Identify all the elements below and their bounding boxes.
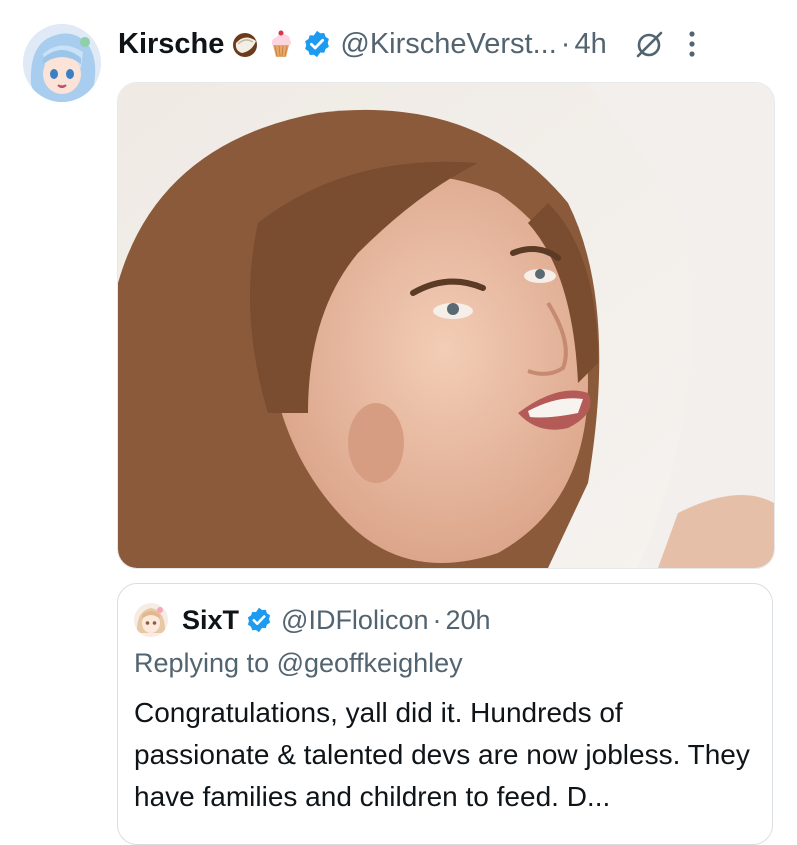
quoted-tweet-text: Congratulations, yall did it. Hundreds o…: [134, 697, 750, 812]
replying-to-label: Replying to @geoffkeighley: [134, 648, 463, 678]
verified-badge-icon: [247, 607, 271, 633]
author-avatar[interactable]: [23, 24, 101, 102]
coconut-icon: [233, 33, 258, 57]
anime-avatar-image: [134, 603, 168, 637]
quoted-author-name[interactable]: SixT: [182, 605, 239, 636]
separator-dot: ·: [560, 27, 571, 60]
photo: [118, 83, 774, 568]
quoted-tweet-timestamp[interactable]: 20h: [445, 605, 490, 636]
quoted-author-handle[interactable]: @IDFlolicon: [281, 605, 428, 636]
quoted-tweet-header: SixT @IDFlolicon · 20h: [134, 600, 491, 640]
quoted-author-avatar[interactable]: [134, 603, 168, 637]
more-options-icon[interactable]: [685, 28, 699, 60]
cupcake-icon: [272, 30, 292, 57]
separator-dot: ·: [432, 604, 442, 635]
quoted-tweet-card[interactable]: SixT @IDFlolicon · 20h Replying to @geof…: [117, 583, 773, 845]
tweet-timestamp[interactable]: 4h: [574, 28, 606, 61]
tweet-media-image[interactable]: [117, 82, 775, 569]
author-name[interactable]: Kirsche: [118, 28, 224, 61]
verified-badge-icon: [305, 30, 330, 58]
tweet-header: Kirsche @KirscheVerst... · 4h: [118, 22, 777, 66]
anime-avatar-image: [23, 24, 101, 102]
author-handle[interactable]: @KirscheVerst...: [340, 28, 556, 61]
grok-icon[interactable]: [633, 28, 665, 60]
